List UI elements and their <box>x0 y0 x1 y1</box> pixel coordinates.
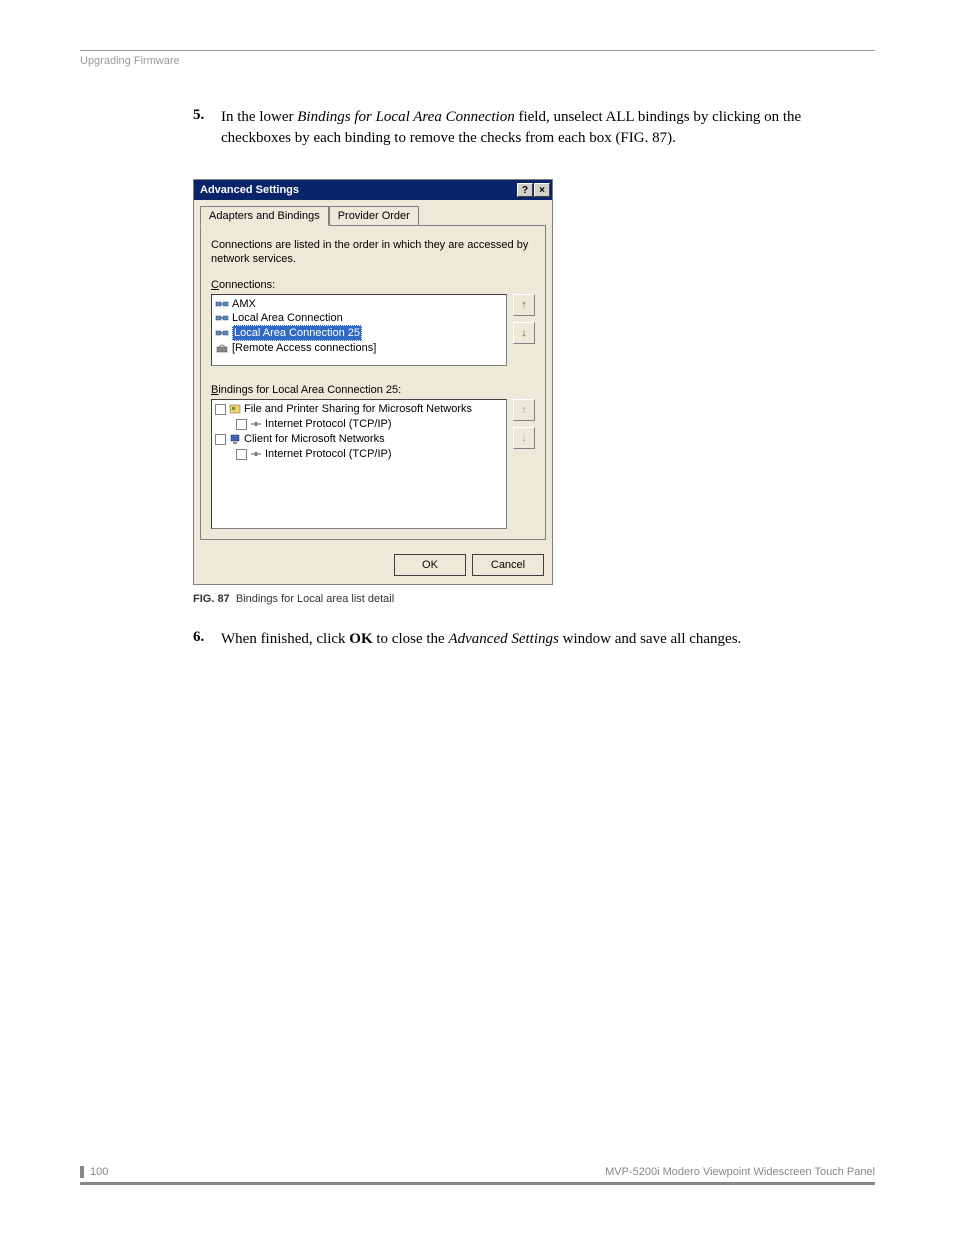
list-item[interactable]: Local Area Connection 25 <box>214 325 504 341</box>
step-number: 5. <box>193 107 221 149</box>
titlebar: Advanced Settings ? × <box>194 180 552 200</box>
network-icon <box>215 327 229 339</box>
tab-strip: Adapters and Bindings Provider Order <box>194 200 552 225</box>
checkbox[interactable] <box>236 449 247 460</box>
header-rule <box>80 50 875 51</box>
ok-button[interactable]: OK <box>394 554 466 576</box>
binding-item[interactable]: File and Printer Sharing for Microsoft N… <box>214 402 504 417</box>
step-6: 6. When finished, click OK to close the … <box>193 629 833 650</box>
binding-item[interactable]: Internet Protocol (TCP/IP) <box>214 417 504 432</box>
move-down-button[interactable]: ↓ <box>513 427 535 449</box>
move-down-button[interactable]: ↓ <box>513 322 535 344</box>
protocol-icon <box>249 448 263 460</box>
binding-item[interactable]: Client for Microsoft Networks <box>214 432 504 447</box>
section-title: Upgrading Firmware <box>80 55 875 67</box>
advanced-settings-dialog: Advanced Settings ? × Adapters and Bindi… <box>193 179 553 585</box>
step-5: 5. In the lower Bindings for Local Area … <box>193 107 833 149</box>
bindings-listbox[interactable]: File and Printer Sharing for Microsoft N… <box>211 399 507 529</box>
list-item[interactable]: Local Area Connection <box>214 311 504 325</box>
cancel-button[interactable]: Cancel <box>472 554 544 576</box>
page-number: 100 <box>80 1166 108 1178</box>
checkbox[interactable] <box>236 419 247 430</box>
connections-label: Connections: <box>211 279 535 291</box>
step-number: 6. <box>193 629 221 650</box>
bindings-label: Bindings for Local Area Connection 25: <box>211 384 535 396</box>
description-text: Connections are listed in the order in w… <box>211 238 535 267</box>
service-icon <box>228 403 242 415</box>
move-up-button[interactable]: ↑ <box>513 399 535 421</box>
network-icon <box>215 312 229 324</box>
client-icon <box>228 433 242 445</box>
tab-adapters-bindings[interactable]: Adapters and Bindings <box>200 206 329 226</box>
connections-listbox[interactable]: AMX Local Area Connection <box>211 294 507 366</box>
step-text: When finished, click OK to close the Adv… <box>221 629 741 650</box>
close-button[interactable]: × <box>534 183 550 197</box>
tab-panel: Connections are listed in the order in w… <box>200 225 546 540</box>
remote-icon <box>215 342 229 354</box>
step-text: In the lower Bindings for Local Area Con… <box>221 107 833 149</box>
dialog-title: Advanced Settings <box>200 184 299 196</box>
footer-rule <box>80 1182 875 1185</box>
page-footer: 100 MVP-5200i Modero Viewpoint Widescree… <box>80 1166 875 1185</box>
tab-provider-order[interactable]: Provider Order <box>329 206 419 225</box>
list-item[interactable]: [Remote Access connections] <box>214 341 504 355</box>
checkbox[interactable] <box>215 404 226 415</box>
protocol-icon <box>249 418 263 430</box>
list-item[interactable]: AMX <box>214 297 504 311</box>
product-name: MVP-5200i Modero Viewpoint Widescreen To… <box>605 1166 875 1178</box>
move-up-button[interactable]: ↑ <box>513 294 535 316</box>
network-icon <box>215 298 229 310</box>
checkbox[interactable] <box>215 434 226 445</box>
help-button[interactable]: ? <box>517 183 533 197</box>
binding-item[interactable]: Internet Protocol (TCP/IP) <box>214 447 504 462</box>
figure-caption: FIG. 87 Bindings for Local area list det… <box>193 593 833 605</box>
